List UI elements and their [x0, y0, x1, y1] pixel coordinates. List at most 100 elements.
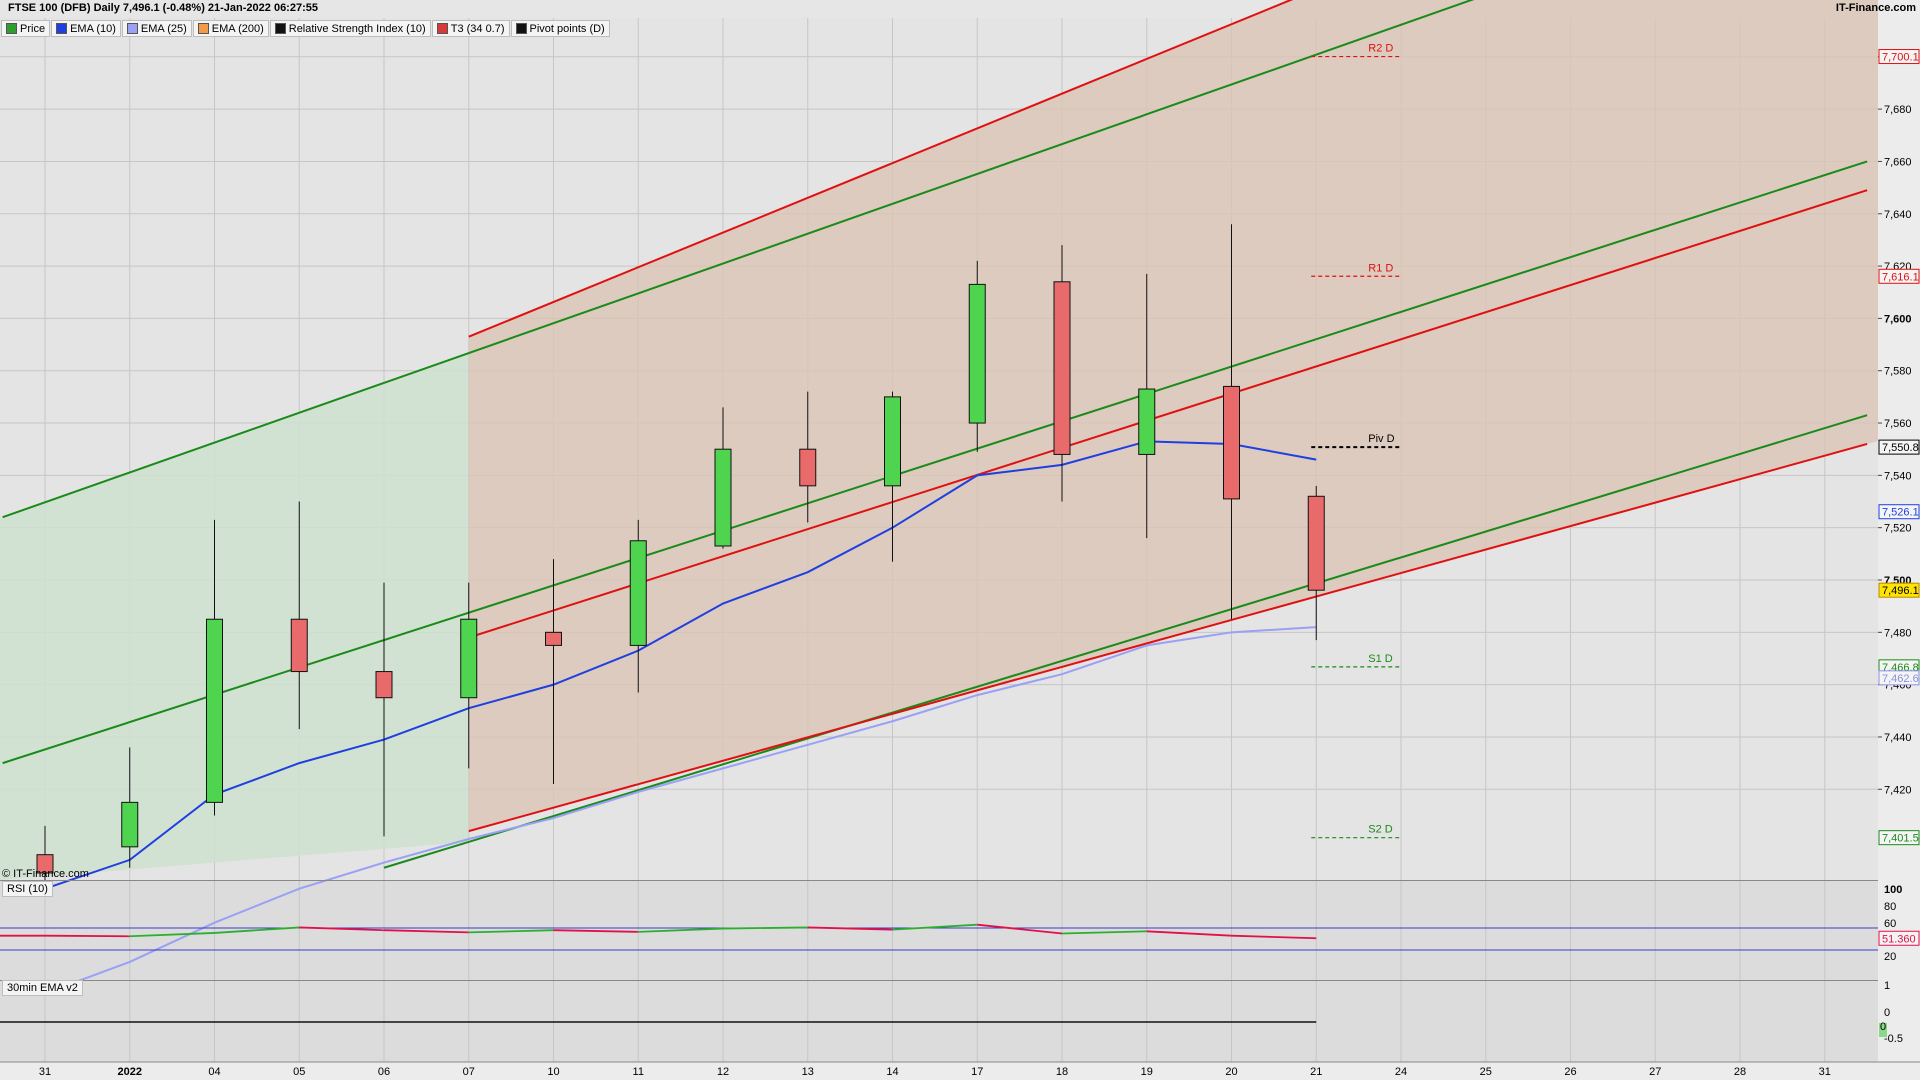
ema-panel-label[interactable]: 30min EMA v2	[2, 980, 83, 996]
ema-panel-background	[0, 980, 1878, 1062]
x-tick-label: 05	[293, 1066, 305, 1078]
brand-label[interactable]: IT-Finance.com	[1836, 2, 1916, 14]
y-tick-label: 7,540	[1884, 470, 1912, 482]
y-tick-label: 7,520	[1884, 523, 1912, 535]
legend-label: Pivot points (D)	[529, 22, 605, 35]
y-tick-label: 7,420	[1884, 784, 1912, 796]
x-tick-label: 24	[1395, 1066, 1407, 1078]
pivot-price-tag-text: 7,550.8	[1882, 442, 1919, 454]
x-tick-label: 26	[1564, 1066, 1576, 1078]
x-tick-label: 31	[1819, 1066, 1831, 1078]
ema-tick-label: 0	[1880, 1021, 1886, 1033]
y-tick-label: 7,580	[1884, 366, 1912, 378]
y-tick-label: 7,660	[1884, 156, 1912, 168]
legend-item-ema200[interactable]: EMA (200)	[192, 20, 269, 37]
pivot-price-tag-text: 7,700.1	[1882, 52, 1919, 64]
x-tick-label: 27	[1649, 1066, 1661, 1078]
legend-item-rsi[interactable]: Relative Strength Index (10)	[269, 20, 431, 37]
main-panel-border	[0, 880, 1878, 881]
legend-item-t3[interactable]: T3 (34 0.7)	[431, 20, 510, 37]
y-tick-label: 7,640	[1884, 209, 1912, 221]
bear-candle	[375, 671, 393, 699]
legend-item-ema25[interactable]: EMA (25)	[121, 20, 192, 37]
bull-candle	[206, 618, 223, 803]
bull-candle	[884, 396, 901, 487]
rsi-tick-label: 80	[1884, 901, 1896, 913]
rsi-segment	[44, 934, 130, 938]
bull-candle	[121, 801, 139, 848]
y-tick-label: 7,600	[1884, 313, 1912, 325]
x-tick-label: 11	[633, 1066, 644, 1078]
pivot-price-tag-text: 7,616.1	[1882, 271, 1919, 283]
ema10-swatch-icon	[56, 23, 68, 34]
price-tag-text: 7,462.6	[1882, 673, 1919, 685]
rsi-tick-label: 100	[1884, 884, 1902, 896]
legend-label: Price	[20, 22, 46, 35]
bull-candle	[714, 448, 732, 547]
bear-candle	[799, 448, 817, 487]
chart-title: FTSE 100 (DFB) Daily 7,496.1 (-0.48%) 21…	[8, 2, 318, 14]
price-swatch-icon	[6, 23, 17, 34]
y-tick-label: 7,680	[1884, 104, 1912, 116]
legend-label: EMA (200)	[211, 22, 264, 35]
bear-candle	[290, 618, 308, 673]
ema200-swatch-icon	[197, 23, 209, 34]
x-axis-background	[0, 1062, 1878, 1080]
bear-candle	[545, 631, 562, 646]
rsi-swatch-icon	[274, 23, 286, 34]
x-tick-label: 17	[971, 1066, 983, 1078]
rsi-segment	[722, 926, 808, 930]
x-tick-label: 04	[208, 1066, 220, 1078]
x-tick-label: 12	[717, 1066, 729, 1078]
x-tick-label: 28	[1734, 1066, 1746, 1078]
bear-candle	[1223, 385, 1240, 500]
price-tag-text: 7,526.1	[1882, 507, 1919, 519]
legend-label: T3 (34 0.7)	[450, 22, 505, 35]
legend-item-pivot[interactable]: Pivot points (D)	[510, 20, 610, 37]
pivot-price-tag-text: 7,401.5	[1882, 833, 1919, 845]
bull-candle	[629, 540, 647, 646]
t3-swatch-icon	[436, 23, 448, 34]
rsi-panel-label[interactable]: RSI (10)	[2, 881, 53, 897]
legend: Price EMA (10) EMA (25) EMA (200) Relati…	[1, 20, 610, 37]
chart-canvas[interactable]: R2 DR1 DPiv DS1 DS2 D7,7007,6807,6607,64…	[0, 0, 1920, 1080]
bull-candle	[1138, 388, 1156, 455]
copyright-label: © IT-Finance.com	[2, 868, 89, 880]
x-tick-label: 13	[802, 1066, 814, 1078]
pivot-label: S2 D	[1368, 824, 1393, 836]
x-tick-label: 14	[886, 1066, 898, 1078]
x-tick-label: 20	[1225, 1066, 1237, 1078]
pivot-label: Piv D	[1368, 433, 1394, 445]
x-tick-label: 06	[378, 1066, 390, 1078]
y-tick-label: 7,440	[1884, 732, 1912, 744]
legend-label: Relative Strength Index (10)	[288, 22, 426, 35]
price-tag-text: 7,496.1	[1882, 585, 1919, 597]
rsi-value-tag-text: 51.360	[1882, 933, 1916, 945]
x-tick-label: 21	[1310, 1066, 1322, 1078]
rsi-panel-border	[0, 980, 1878, 981]
pivot-swatch-icon	[515, 23, 527, 34]
bear-candle	[1307, 495, 1325, 591]
ema-tick-label: 0	[1884, 1007, 1890, 1019]
rsi-tick-label: 20	[1884, 951, 1896, 963]
pivot-label: R1 D	[1368, 262, 1393, 274]
x-tick-label: 18	[1056, 1066, 1068, 1078]
ema25-swatch-icon	[126, 23, 138, 34]
legend-label: EMA (10)	[70, 22, 116, 35]
rsi-tick-label: 60	[1884, 918, 1896, 930]
x-tick-label: 2022	[118, 1066, 142, 1078]
legend-item-price[interactable]: Price	[1, 20, 51, 37]
bull-candle	[968, 283, 986, 424]
pivot-label: S1 D	[1368, 653, 1393, 665]
x-tick-label: 25	[1480, 1066, 1492, 1078]
legend-label: EMA (25)	[140, 22, 187, 35]
bear-candle	[1053, 281, 1071, 455]
x-tick-label: 31	[39, 1066, 51, 1078]
x-tick-label: 10	[547, 1066, 559, 1078]
pivot-label: R2 D	[1368, 43, 1393, 55]
bull-candle	[460, 618, 478, 699]
x-tick-label: 19	[1141, 1066, 1153, 1078]
x-tick-label: 07	[463, 1066, 475, 1078]
legend-item-ema10[interactable]: EMA (10)	[51, 20, 121, 37]
rsi-tick-label: 1	[1884, 980, 1890, 992]
